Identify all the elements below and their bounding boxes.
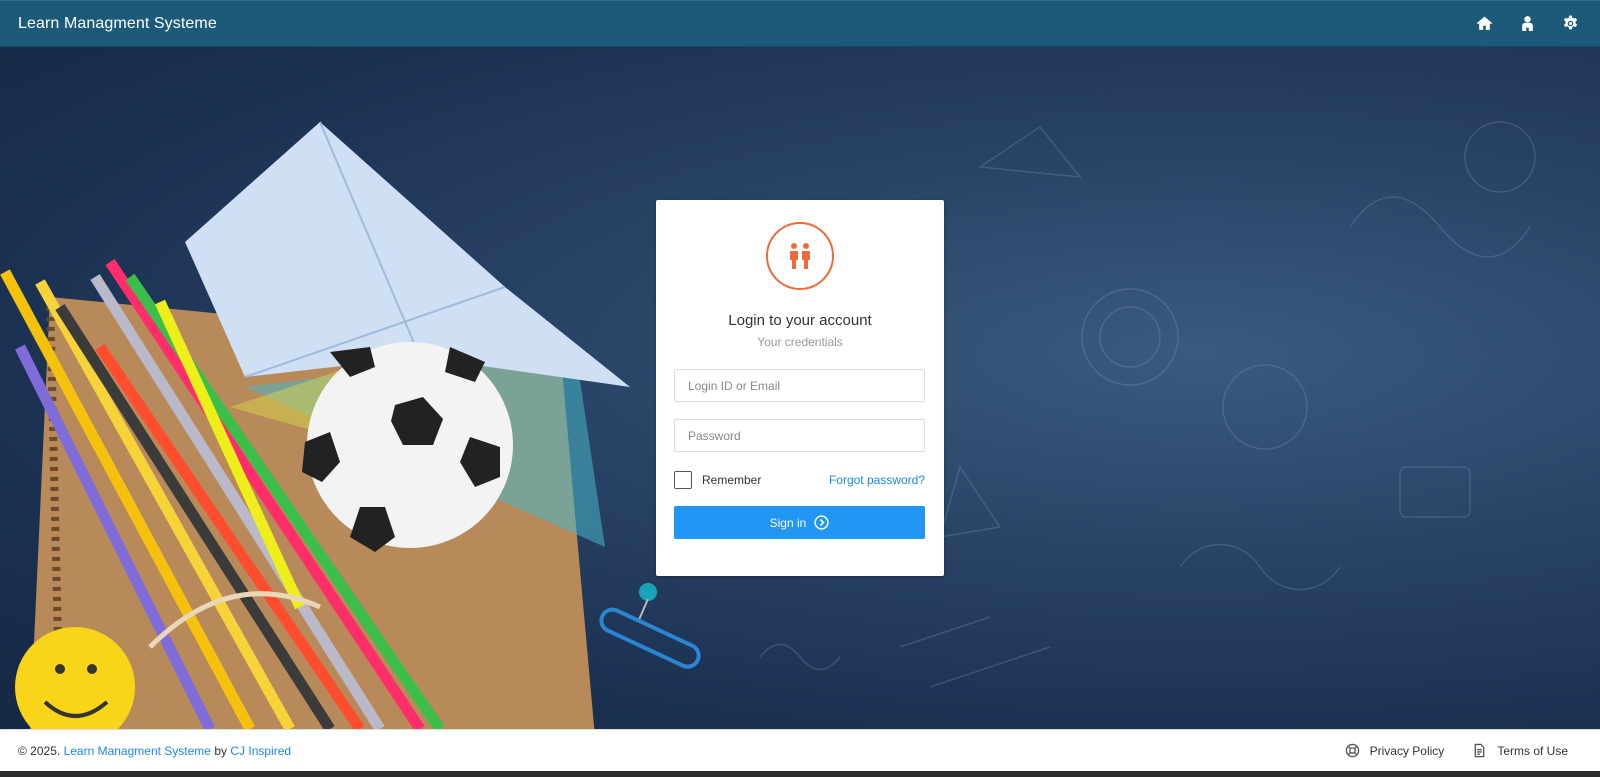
settings-icon[interactable] xyxy=(1561,14,1580,33)
lifebuoy-icon xyxy=(1345,743,1359,758)
footer: © 2025. Learn Managment Systeme by CJ In… xyxy=(0,729,1600,771)
home-icon[interactable] xyxy=(1475,14,1494,33)
terms-of-use-link[interactable]: Terms of Use xyxy=(1472,743,1568,758)
sign-in-button[interactable]: Sign in xyxy=(674,506,925,539)
forgot-password-link[interactable]: Forgot password? xyxy=(829,473,925,487)
author-link[interactable]: CJ Inspired xyxy=(230,744,291,758)
app-link[interactable]: Learn Managment Systeme xyxy=(64,744,211,758)
by-text: by xyxy=(214,743,228,758)
remember-row: Remember Forgot password? xyxy=(674,470,925,490)
document-icon xyxy=(1474,743,1485,758)
privacy-policy-label: Privacy Policy xyxy=(1369,743,1445,758)
user-icon[interactable] xyxy=(1518,14,1537,33)
login-subtitle: Your credentials xyxy=(757,335,843,349)
background-illustration: Login to your account Your credentials R… xyxy=(0,47,1600,729)
people-icon xyxy=(766,222,834,290)
copyright-text: © 2025. xyxy=(18,743,61,758)
arrow-right-circle-icon xyxy=(814,515,829,530)
privacy-policy-link[interactable]: Privacy Policy xyxy=(1345,743,1445,758)
remember-checkbox[interactable] xyxy=(674,471,692,489)
terms-of-use-label: Terms of Use xyxy=(1497,743,1568,758)
login-id-field[interactable] xyxy=(674,369,925,402)
app-brand[interactable]: Learn Managment Systeme xyxy=(18,15,217,33)
remember-label[interactable]: Remember xyxy=(702,473,761,487)
password-field[interactable] xyxy=(674,419,925,452)
footer-links: Privacy Policy Terms of Use xyxy=(1345,743,1568,758)
navbar-icons xyxy=(1475,14,1580,33)
bottom-strip xyxy=(0,771,1600,777)
login-card: Login to your account Your credentials R… xyxy=(656,200,944,576)
sign-in-label: Sign in xyxy=(769,515,807,530)
top-navbar: Learn Managment Systeme xyxy=(0,0,1600,47)
login-title: Login to your account xyxy=(728,312,872,329)
